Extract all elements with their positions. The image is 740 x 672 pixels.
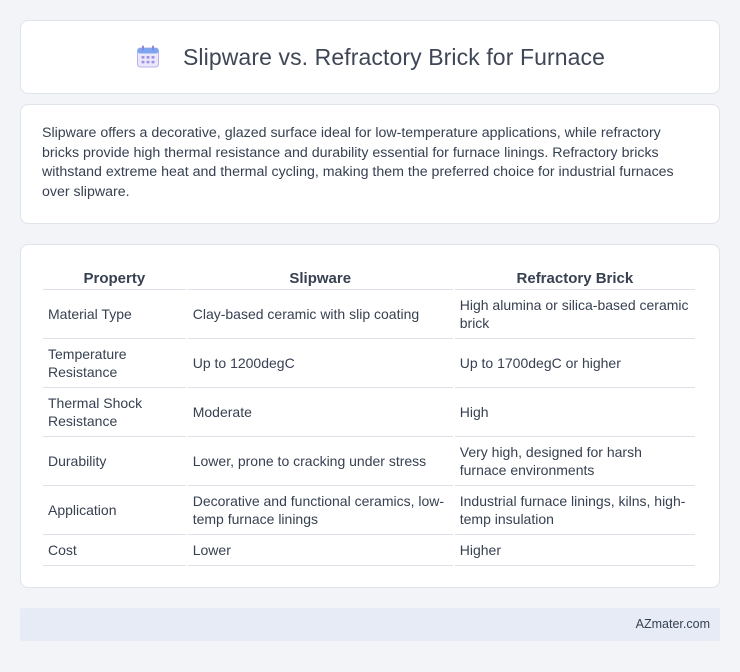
intro-card: Slipware offers a decorative, glazed sur… (20, 104, 720, 224)
intro-paragraph: Slipware offers a decorative, glazed sur… (42, 125, 674, 200)
cell-slipware: Decorative and functional ceramics, low-… (187, 485, 453, 534)
cell-refractory-brick: High alumina or silica-based ceramic bri… (454, 289, 695, 338)
footer-bar: AZmater.com (20, 608, 720, 641)
cell-refractory-brick: Very high, designed for harsh furnace en… (454, 436, 695, 485)
cell-property: Temperature Resistance (43, 338, 186, 387)
cell-property: Application (43, 485, 186, 534)
cell-property: Material Type (43, 289, 186, 338)
table-row: Application Decorative and functional ce… (43, 485, 695, 534)
header-slipware: Slipware (289, 270, 352, 287)
cell-slipware: Lower (187, 534, 453, 566)
cell-property: Thermal Shock Resistance (43, 387, 186, 436)
header-card: Slipware vs. Refractory Brick for Furnac… (20, 20, 720, 94)
comparison-table-card: Property Slipware Refractory Brick Mater… (20, 244, 720, 588)
header-refractory-brick: Refractory Brick (516, 270, 634, 287)
comparison-table: Property Slipware Refractory Brick Mater… (41, 263, 697, 566)
table-row: Temperature Resistance Up to 1200degC Up… (43, 338, 695, 387)
cell-refractory-brick: Higher (454, 534, 695, 566)
cell-refractory-brick: Up to 1700degC or higher (454, 338, 695, 387)
table-row: Durability Lower, prone to cracking unde… (43, 436, 695, 485)
cell-property: Durability (43, 436, 186, 485)
page-title: Slipware vs. Refractory Brick for Furnac… (182, 43, 606, 70)
cell-slipware: Up to 1200degC (187, 338, 453, 387)
cell-refractory-brick: Industrial furnace linings, kilns, high-… (454, 485, 695, 534)
cell-property: Cost (43, 534, 186, 566)
table-row: Thermal Shock Resistance Moderate High (43, 387, 695, 436)
cell-refractory-brick: High (454, 387, 695, 436)
footer-brand: AZmater.com (635, 617, 710, 631)
cell-slipware: Lower, prone to cracking under stress (187, 436, 453, 485)
table-header-row: Property Slipware Refractory Brick (43, 263, 695, 289)
table-row: Material Type Clay-based ceramic with sl… (43, 289, 695, 338)
header-property: Property (83, 270, 146, 287)
cell-slipware: Clay-based ceramic with slip coating (187, 289, 453, 338)
calendar-icon (135, 44, 161, 70)
cell-slipware: Moderate (187, 387, 453, 436)
table-row: Cost Lower Higher (43, 534, 695, 566)
